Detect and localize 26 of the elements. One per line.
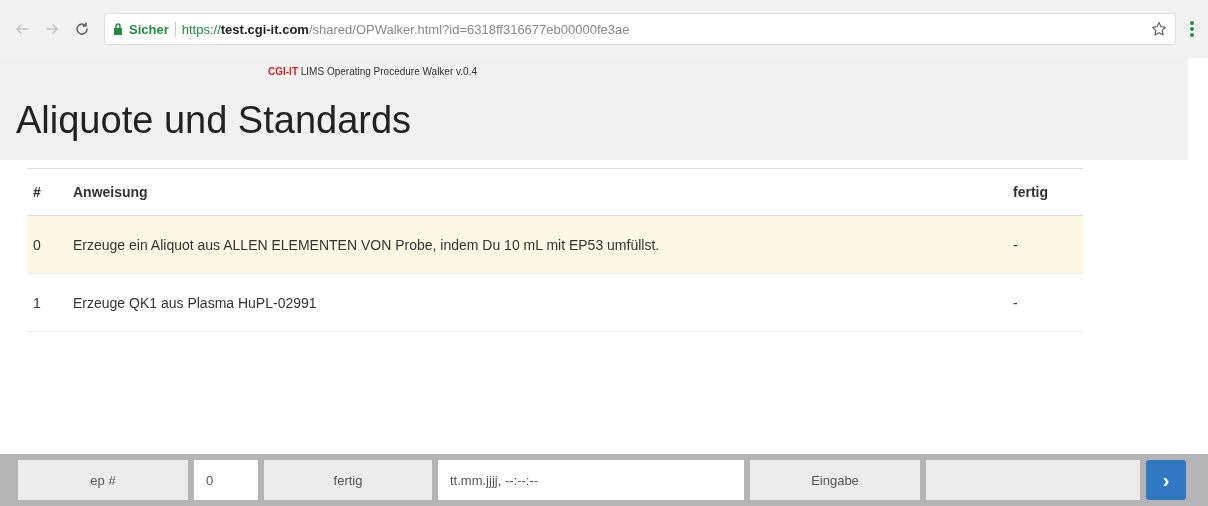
input-field[interactable] (926, 460, 1140, 500)
table-cell-text: - (1013, 236, 1019, 253)
table-cell-text: 0 (32, 236, 42, 253)
security-label: Sicher (129, 21, 176, 37)
column-header: fertig (1013, 184, 1049, 200)
table-cell-text: 1 (32, 294, 42, 311)
reload-icon[interactable] (74, 21, 90, 37)
url-text: https://test.cgi-it.com/shared/OPWalker.html?id=6318ff316677eb00000fe3ae (181, 21, 630, 37)
done-label: fertig (264, 460, 432, 500)
step-label: ep # (18, 460, 188, 500)
step-field[interactable]: 0 (194, 460, 258, 500)
app-name: CGI-IT LIMS Operating Procedure Walker v.0.4 (267, 65, 478, 77)
column-header: # (32, 184, 42, 200)
table-row[interactable]: 0 Erzeuge ein Aliquot aus ALLEN ELEMENTEN VON Probe, indem Du 10 mL mit EP53 umfüllst. - (27, 216, 1083, 274)
input-label: Eingabe (750, 460, 920, 500)
table-cell-text: Erzeuge QK1 aus Plasma HuPL-02991 (73, 294, 318, 311)
table-cell-text: - (1013, 294, 1019, 311)
menu-icon[interactable] (1190, 21, 1194, 37)
lock-icon (113, 23, 123, 35)
address-bar[interactable]: Sicher https://test.cgi-it.com/shared/OPWalker.html?id=6318ff316677eb00000fe3ae (104, 13, 1176, 45)
column-header: Anweisung (73, 184, 149, 200)
next-button[interactable]: › (1146, 460, 1186, 500)
table-cell-text: Erzeuge ein Aliquot aus ALLEN ELEMENTEN VON Probe, indem Du 10 mL mit EP53 umfüllst. (73, 236, 661, 253)
date-field[interactable]: tt.mm.jjjj, --:--:-- (438, 460, 744, 500)
star-icon[interactable] (1151, 21, 1167, 37)
page-title: Aliquote und Standards (16, 99, 413, 142)
